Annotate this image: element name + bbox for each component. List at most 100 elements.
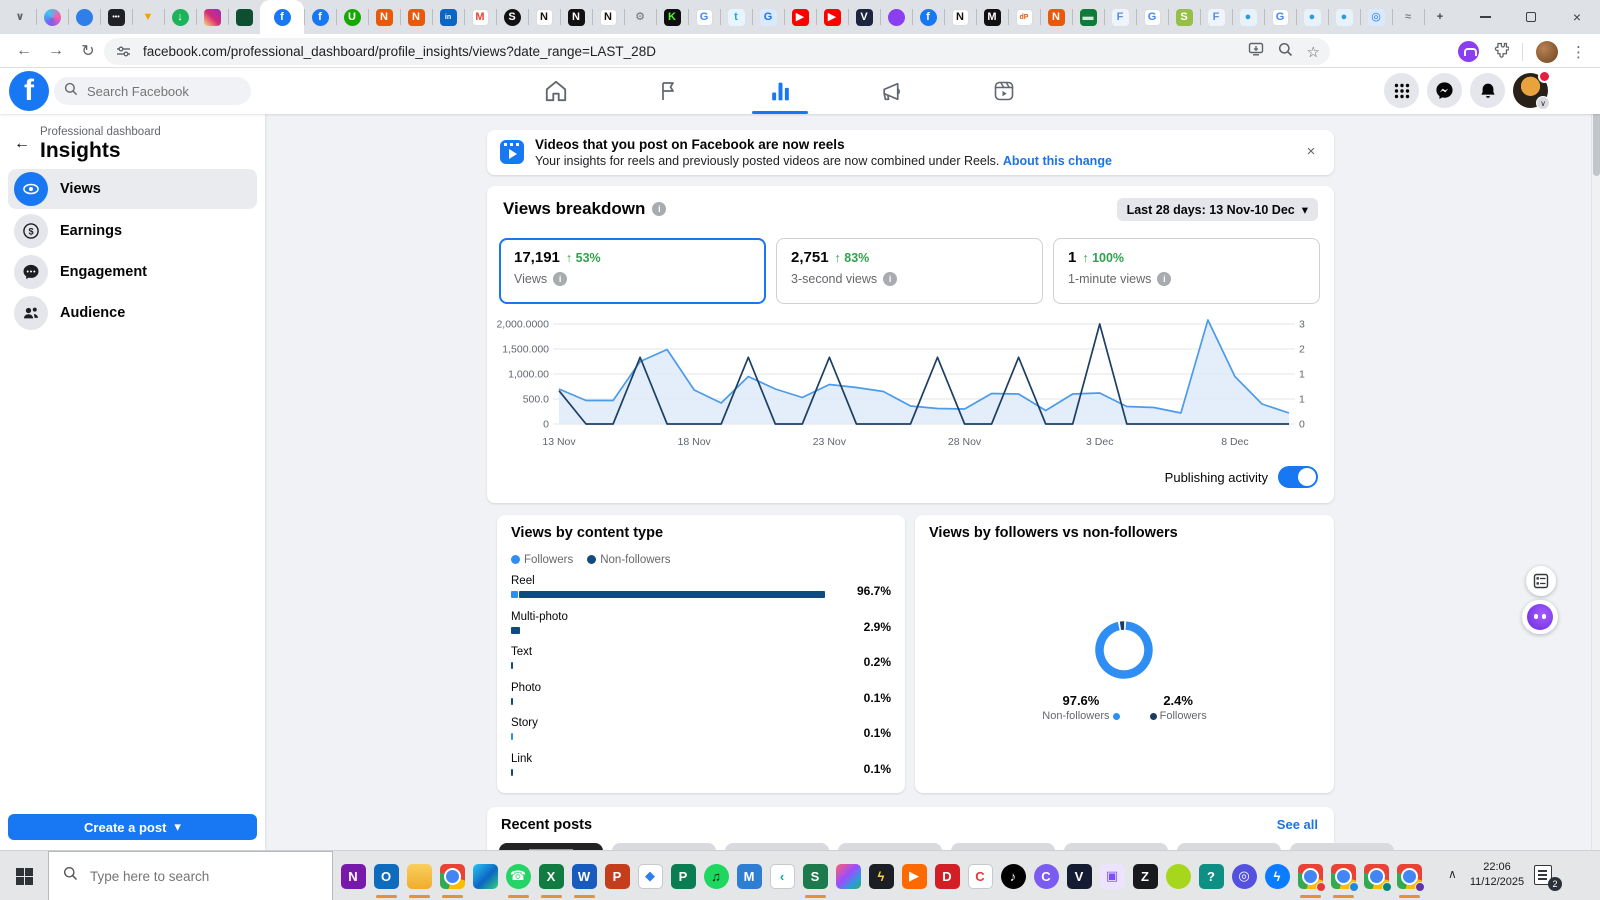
medium-tab[interactable]: M [976, 0, 1008, 34]
taskbar-mega[interactable] [1165, 863, 1191, 889]
taskbar-photos[interactable] [835, 863, 861, 889]
tab-insights-active[interactable] [724, 68, 836, 114]
browser-menu-icon[interactable]: ⋮ [1571, 43, 1586, 61]
banner-close-icon[interactable]: × [1298, 138, 1324, 164]
taskbar-word[interactable]: W [571, 863, 597, 889]
taskbar-tiktok[interactable]: ♪ [1000, 863, 1026, 889]
reload-icon[interactable]: ↻ [74, 37, 102, 65]
google-tab[interactable]: G [1264, 0, 1296, 34]
taskbar-clipboard[interactable]: ▣ [1099, 863, 1125, 889]
tab-reels[interactable] [948, 68, 1060, 114]
extensions-puzzle-icon[interactable] [1492, 41, 1509, 63]
copilot-tab[interactable] [36, 0, 68, 34]
tray-chevron-up-icon[interactable]: ∧ [1448, 867, 1457, 881]
taskbar-excel[interactable]: X [538, 863, 564, 889]
sidebar-item-earnings[interactable]: $ Earnings [8, 211, 257, 251]
checklist-widget-button[interactable] [1526, 566, 1556, 596]
info-icon[interactable]: i [652, 202, 666, 216]
recent-post-thumbnail[interactable] [1290, 843, 1394, 850]
info-icon[interactable]: i [553, 272, 567, 286]
taskbar-clock[interactable]: 22:06 11/12/2025 [1468, 860, 1526, 890]
taskbar-powerpoint[interactable]: P [604, 863, 630, 889]
facebook-search[interactable] [54, 77, 251, 105]
linkedin-tab[interactable]: in [432, 0, 464, 34]
v-dark-tab[interactable]: V [848, 0, 880, 34]
messenger-icon[interactable] [1427, 73, 1462, 108]
recent-post-thumbnail[interactable] [612, 843, 716, 850]
zigzag-tab[interactable]: ≈ [1392, 0, 1424, 34]
youtube-tab[interactable]: ▶ [816, 0, 848, 34]
monica-assistant-button[interactable] [1522, 600, 1558, 634]
see-all-link[interactable]: See all [1277, 817, 1318, 832]
translate-tab[interactable]: G [752, 0, 784, 34]
metric-card-3-second-views[interactable]: 2,751↑ 83%3-second viewsi [776, 238, 1043, 304]
taskbar-canva[interactable]: C [1033, 863, 1059, 889]
tab-home[interactable] [500, 68, 612, 114]
taskbar-chrome-profile-4[interactable] [1396, 863, 1422, 889]
sidebar-item-views[interactable]: Views [8, 169, 257, 209]
monica-tab[interactable] [880, 0, 912, 34]
notion-tab[interactable]: N [944, 0, 976, 34]
blue-app-tab[interactable] [68, 0, 100, 34]
facebook-tab[interactable]: f [912, 0, 944, 34]
green-card-tab[interactable]: ▬ [1072, 0, 1104, 34]
sidebar-item-engagement[interactable]: Engagement [8, 252, 257, 292]
taskbar-shield-app[interactable]: ◆ [637, 863, 663, 889]
taskbar-capcut[interactable]: C [967, 863, 993, 889]
recent-post-thumbnail[interactable] [1064, 843, 1168, 850]
site-settings-icon[interactable] [116, 44, 131, 59]
twitter-tab[interactable]: t [720, 0, 752, 34]
info-icon[interactable]: i [883, 272, 897, 286]
taskbar-spotify[interactable]: ♫ [703, 863, 729, 889]
publishing-activity-toggle[interactable] [1278, 466, 1318, 488]
gmail-tab[interactable]: M [464, 0, 496, 34]
taskbar-project[interactable]: P [670, 863, 696, 889]
info-icon[interactable]: i [1157, 272, 1171, 286]
gear-tab[interactable]: ⚙ [624, 0, 656, 34]
taskbar-outlook[interactable]: O [373, 863, 399, 889]
taskbar-camtasia[interactable]: S [802, 863, 828, 889]
drop-tab[interactable]: ● [1296, 0, 1328, 34]
taskbar-messenger[interactable]: ϟ [1264, 863, 1290, 889]
taskbar-chrome-profile-2[interactable] [1330, 863, 1356, 889]
facebook-tab-active[interactable]: f [260, 0, 304, 34]
back-arrow-icon[interactable]: ← [8, 130, 36, 158]
recent-post-thumbnail[interactable] [838, 843, 942, 850]
monica-extension-icon[interactable] [1458, 41, 1479, 62]
recent-post-thumbnail[interactable] [951, 843, 1055, 850]
taskbar-davinci[interactable]: D [934, 863, 960, 889]
start-button[interactable] [0, 851, 48, 900]
orange-n-tab[interactable]: N [368, 0, 400, 34]
forward-icon[interactable]: → [42, 37, 70, 65]
browser-profile-avatar[interactable] [1536, 41, 1558, 63]
news-dark-tab[interactable]: N [560, 0, 592, 34]
taskbar-file-explorer[interactable] [406, 863, 432, 889]
facebook-logo[interactable]: f [9, 71, 49, 111]
recent-post-thumbnail[interactable] [725, 843, 829, 850]
taskbar-search[interactable] [48, 851, 333, 900]
taskbar-search-input[interactable] [88, 868, 288, 885]
google-tab[interactable]: G [688, 0, 720, 34]
taskbar-edge[interactable] [472, 863, 498, 889]
upwork-tab[interactable]: U [336, 0, 368, 34]
metric-card-views[interactable]: 17,191↑ 53%Viewsi [499, 238, 766, 304]
menu-grid-icon[interactable] [1384, 73, 1419, 108]
taskbar-back-app[interactable]: ‹ [769, 863, 795, 889]
profile-avatar[interactable]: ∨ [1513, 73, 1548, 108]
facebook-tab[interactable]: f [304, 0, 336, 34]
taskbar-help-app[interactable]: ? [1198, 863, 1224, 889]
tab-pages[interactable] [612, 68, 724, 114]
taskbar-chrome[interactable] [439, 863, 465, 889]
notification-center-icon[interactable]: 2 [1534, 865, 1558, 887]
news-tab[interactable]: N [528, 0, 560, 34]
recent-post-thumbnail[interactable] [1177, 843, 1281, 850]
orange-n-tab[interactable]: N [400, 0, 432, 34]
dp-tab[interactable]: dP [1008, 0, 1040, 34]
drop-tab[interactable]: ● [1232, 0, 1264, 34]
bookmark-star-icon[interactable]: ☆ [1307, 43, 1320, 61]
taskbar-chrome-profile-3[interactable] [1363, 863, 1389, 889]
install-icon[interactable] [1248, 41, 1264, 62]
shopify-tab[interactable]: S [1168, 0, 1200, 34]
restore-button[interactable] [1508, 0, 1554, 34]
taskbar-v-app[interactable]: V [1066, 863, 1092, 889]
